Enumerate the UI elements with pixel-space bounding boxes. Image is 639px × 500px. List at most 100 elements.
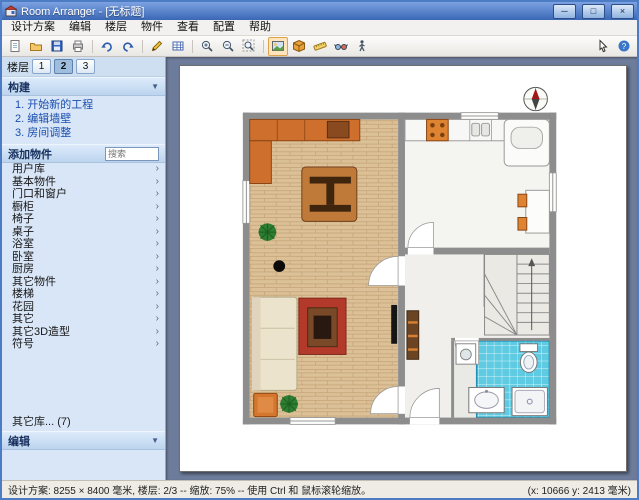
menu-floor[interactable]: 楼层 (98, 20, 134, 35)
zoom-out-icon (221, 39, 235, 53)
pencil-icon (150, 39, 164, 53)
window-title: Room Arranger - [无标题] (21, 3, 547, 19)
chevron-right-icon: › (156, 276, 159, 289)
stove (427, 119, 449, 140)
floor-tab-3[interactable]: 3 (76, 59, 95, 74)
save-button[interactable] (47, 37, 67, 56)
grid-icon (171, 39, 185, 53)
floor-tab-2[interactable]: 2 (54, 59, 73, 74)
app-icon (5, 5, 17, 17)
build-step-edit-walls[interactable]: 2. 编辑墙壁 (15, 113, 165, 126)
minimize-button[interactable]: ─ (553, 4, 576, 19)
category-item[interactable]: 椅子› (2, 213, 165, 226)
chevron-right-icon: › (156, 238, 159, 251)
add-objects-header[interactable]: 添加物件 (2, 144, 165, 163)
show-objects-button[interactable] (268, 37, 288, 56)
build-section-header[interactable]: 构建 ▼ (2, 77, 165, 96)
zoom-all-button[interactable] (239, 37, 259, 56)
shelf[interactable] (407, 311, 419, 360)
toilet[interactable] (520, 344, 538, 373)
status-coordinates: (x: 10666 y: 2413 毫米) (528, 482, 631, 497)
tv[interactable] (391, 305, 397, 344)
menu-bar: 设计方案 编辑 楼层 物件 查看 配置 帮助 (2, 20, 637, 36)
redo-button[interactable] (118, 37, 138, 56)
bathroom-sink[interactable] (469, 387, 504, 412)
category-item[interactable]: 橱柜› (2, 201, 165, 214)
category-item[interactable]: 符号› (2, 338, 165, 351)
grid-button[interactable] (168, 37, 188, 56)
chevron-right-icon: › (156, 251, 159, 264)
app-window: Room Arranger - [无标题] ─ □ × 设计方案 编辑 楼层 物… (0, 0, 639, 500)
armchair[interactable] (254, 393, 278, 416)
measure-button[interactable] (310, 37, 330, 56)
category-item[interactable]: 用户库› (2, 163, 165, 176)
chevron-down-icon: ▼ (151, 436, 159, 445)
new-button[interactable] (5, 37, 25, 56)
category-item[interactable]: 楼梯› (2, 288, 165, 301)
chevron-down-icon: ▼ (151, 82, 159, 91)
zoom-in-button[interactable] (197, 37, 217, 56)
drawing-canvas[interactable] (166, 57, 637, 480)
category-item[interactable]: 门口和窗户› (2, 188, 165, 201)
sofa[interactable] (252, 297, 297, 390)
build-header-label: 构建 (8, 79, 30, 95)
open-folder-icon (29, 39, 43, 53)
category-item[interactable]: 卧室› (2, 251, 165, 264)
menu-view[interactable]: 查看 (170, 20, 206, 35)
edit-walls-button[interactable] (147, 37, 167, 56)
corner-cabinet[interactable] (504, 119, 549, 166)
title-bar[interactable]: Room Arranger - [无标题] ─ □ × (2, 2, 637, 20)
floor-label: 楼层 (7, 59, 29, 75)
view-3d-button[interactable] (289, 37, 309, 56)
category-item[interactable]: 其它3D造型› (2, 326, 165, 339)
undo-button[interactable] (97, 37, 117, 56)
search-input[interactable] (105, 147, 159, 161)
zoom-out-button[interactable] (218, 37, 238, 56)
maximize-button[interactable]: □ (582, 4, 605, 19)
close-button[interactable]: × (611, 4, 634, 19)
chevron-right-icon: › (156, 226, 159, 239)
dining-table[interactable] (302, 167, 357, 221)
category-item[interactable]: 厨房› (2, 263, 165, 276)
floor-tab-1[interactable]: 1 (32, 59, 51, 74)
category-item[interactable]: 其它物件› (2, 276, 165, 289)
staircase[interactable] (485, 254, 550, 335)
category-item[interactable]: 基本物件› (2, 176, 165, 189)
plant[interactable] (280, 395, 298, 412)
build-step-new-project[interactable]: 1. 开始新的工程 (15, 99, 165, 112)
help-button[interactable]: ? (614, 37, 634, 56)
pointer-tool-button[interactable] (593, 37, 613, 56)
print-button[interactable] (68, 37, 88, 56)
toolbar-separator (192, 40, 193, 53)
category-item[interactable]: 桌子› (2, 226, 165, 239)
svg-text:?: ? (622, 42, 627, 51)
menu-design[interactable]: 设计方案 (4, 20, 62, 35)
build-step-adjust-rooms[interactable]: 3. 房间调整 (15, 127, 165, 140)
open-button[interactable] (26, 37, 46, 56)
shower[interactable] (512, 387, 547, 415)
chevron-right-icon: › (156, 301, 159, 314)
picture-icon (271, 39, 285, 53)
walk-through-button[interactable] (352, 37, 372, 56)
glasses-3d-button[interactable] (331, 37, 351, 56)
other-libraries-link[interactable]: 其它库... (7) (2, 411, 165, 431)
help-icon: ? (617, 39, 631, 53)
menu-object[interactable]: 物件 (134, 20, 170, 35)
category-item[interactable]: 浴室› (2, 238, 165, 251)
washing-machine[interactable] (456, 344, 476, 364)
plan-page[interactable] (179, 65, 627, 472)
menu-options[interactable]: 配置 (206, 20, 242, 35)
window (243, 181, 250, 224)
edit-section-header[interactable]: 编辑 ▼ (2, 431, 165, 450)
toolbar-separator (263, 40, 264, 53)
walk-icon (355, 39, 369, 53)
stool[interactable] (273, 260, 285, 272)
compass[interactable] (524, 87, 548, 110)
menu-edit[interactable]: 编辑 (62, 20, 98, 35)
build-steps: 1. 开始新的工程 2. 编辑墙壁 3. 房间调整 (2, 96, 165, 144)
category-item[interactable]: 其它› (2, 313, 165, 326)
category-item[interactable]: 花园› (2, 301, 165, 314)
fireplace[interactable] (299, 298, 346, 354)
menu-help[interactable]: 帮助 (242, 20, 278, 35)
plant[interactable] (259, 223, 277, 240)
